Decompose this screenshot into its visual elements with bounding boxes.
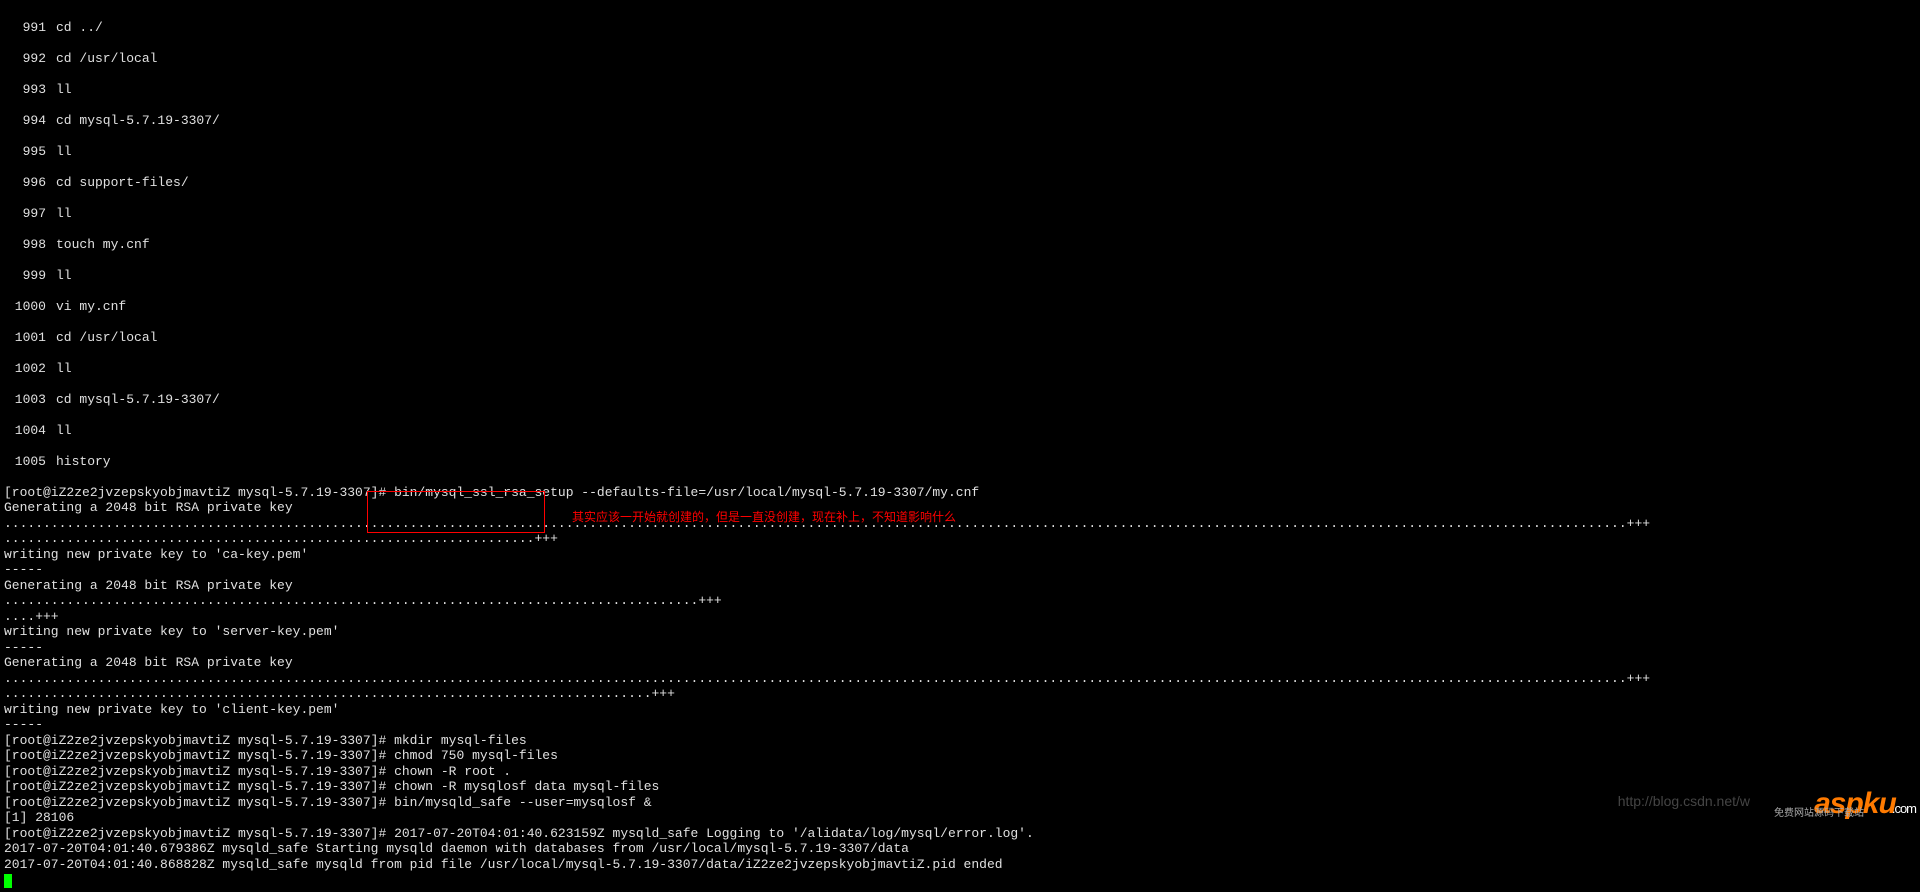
shell-prompt: [root@iZ2ze2jvzepskyobjmavtiZ mysql-5.7.… bbox=[4, 826, 394, 841]
history-num: 991 bbox=[4, 20, 46, 36]
output-line: writing new private key to 'ca-key.pem' bbox=[4, 547, 308, 562]
output-line: writing new private key to 'server-key.p… bbox=[4, 624, 339, 639]
output-line: ........................................… bbox=[4, 531, 558, 546]
output-line: 2017-07-20T04:01:40.623159Z mysqld_safe … bbox=[394, 826, 1034, 841]
command: chown -R mysqlosf data mysql-files bbox=[394, 779, 659, 794]
output-line: Generating a 2048 bit RSA private key bbox=[4, 655, 293, 670]
command: chown -R root . bbox=[394, 764, 511, 779]
output-line: writing new private key to 'client-key.p… bbox=[4, 702, 339, 717]
output-line: ----- bbox=[4, 640, 43, 655]
output-line: ........................................… bbox=[4, 593, 722, 608]
output-line: Generating a 2048 bit RSA private key bbox=[4, 578, 293, 593]
output-line: ----- bbox=[4, 562, 43, 577]
watermark-tagline: 免费网站源码下载站 bbox=[1774, 806, 1864, 822]
output-line: ----- bbox=[4, 717, 43, 732]
output-line: [1] 28106 bbox=[4, 810, 74, 825]
output-line: 2017-07-20T04:01:40.868828Z mysqld_safe … bbox=[4, 857, 1003, 872]
shell-prompt: [root@iZ2ze2jvzepskyobjmavtiZ mysql-5.7.… bbox=[4, 779, 394, 794]
shell-prompt: [root@iZ2ze2jvzepskyobjmavtiZ mysql-5.7.… bbox=[4, 485, 394, 500]
command: bin/mysqld_safe --user=mysqlosf & bbox=[394, 795, 651, 810]
command: chmod 750 mysql-files bbox=[394, 748, 558, 763]
output-line: 2017-07-20T04:01:40.679386Z mysqld_safe … bbox=[4, 841, 909, 856]
output-line: ....+++ bbox=[4, 609, 59, 624]
shell-prompt: [root@iZ2ze2jvzepskyobjmavtiZ mysql-5.7.… bbox=[4, 733, 394, 748]
output-line: ........................................… bbox=[4, 686, 675, 701]
output-line: Generating a 2048 bit RSA private key bbox=[4, 500, 293, 515]
history-cmd: cd ../ bbox=[56, 20, 103, 35]
watermark-source-url: http://blog.csdn.net/w bbox=[1618, 794, 1750, 810]
annotation-text: 其实应该一开始就创建的，但是一直没创建，现在补上，不知道影响什么 bbox=[572, 510, 956, 526]
shell-prompt: [root@iZ2ze2jvzepskyobjmavtiZ mysql-5.7.… bbox=[4, 748, 394, 763]
output-line: ........................................… bbox=[4, 671, 1650, 686]
terminal-cursor[interactable] bbox=[4, 874, 12, 888]
shell-prompt: [root@iZ2ze2jvzepskyobjmavtiZ mysql-5.7.… bbox=[4, 795, 394, 810]
terminal-output[interactable]: 991cd ../ 992cd /usr/local 993ll 994cd m… bbox=[0, 0, 1920, 892]
command: bin/mysql_ssl_rsa_setup --defaults-file=… bbox=[394, 485, 979, 500]
command: mkdir mysql-files bbox=[394, 733, 527, 748]
shell-prompt: [root@iZ2ze2jvzepskyobjmavtiZ mysql-5.7.… bbox=[4, 764, 394, 779]
